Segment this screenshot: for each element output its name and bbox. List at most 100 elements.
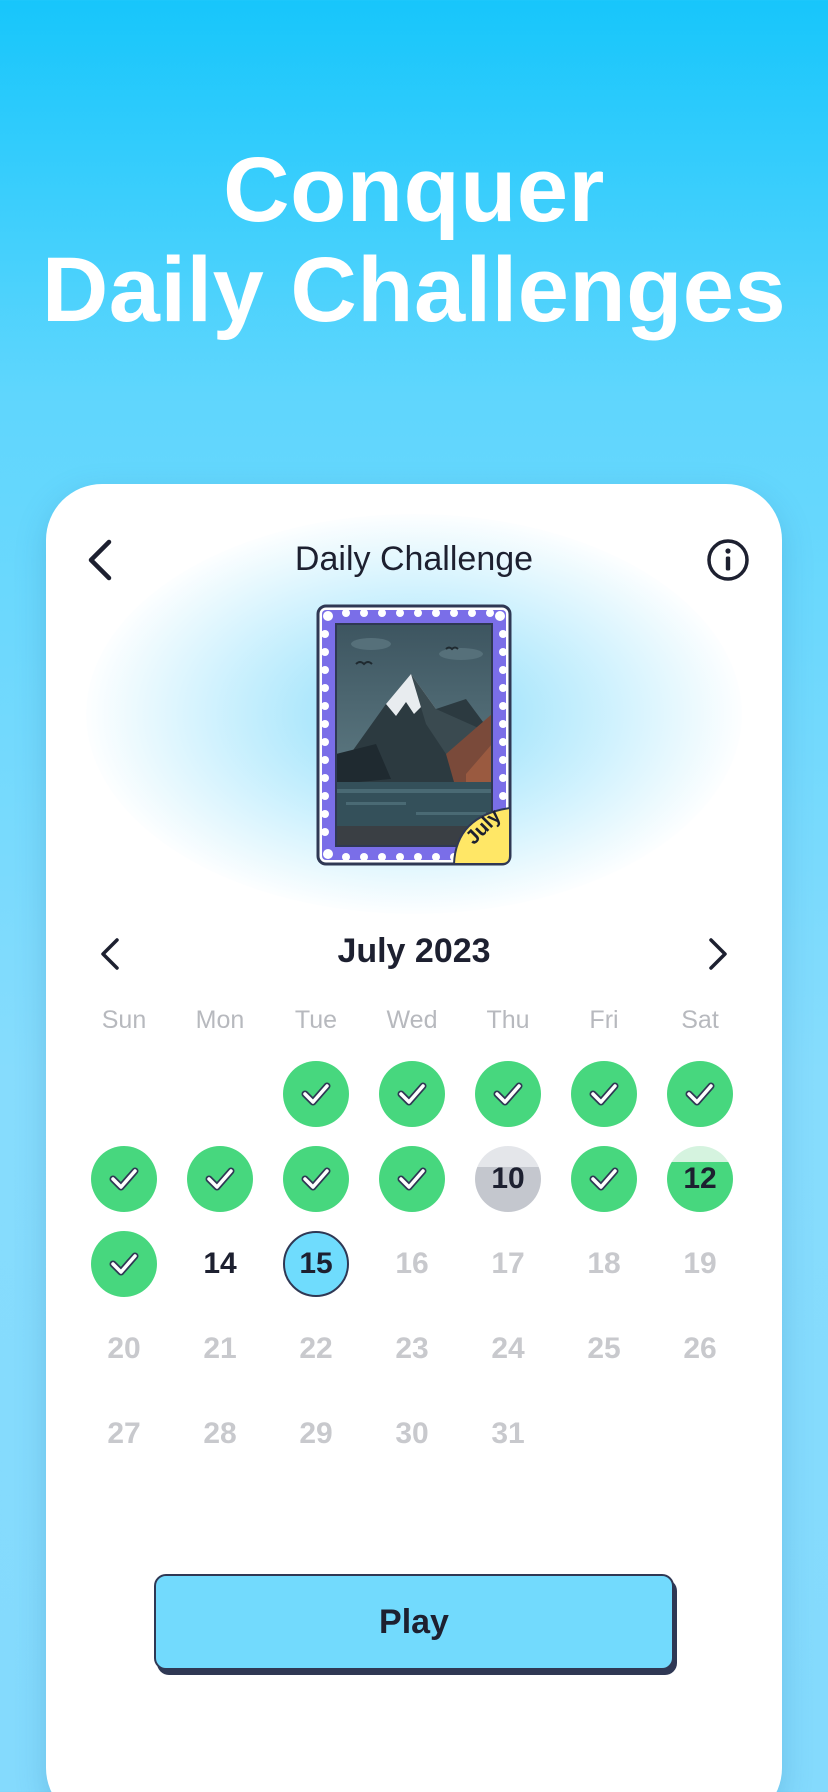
calendar-day: 22 bbox=[268, 1306, 364, 1391]
weekday-label: Fri bbox=[589, 1006, 619, 1034]
completed-day-marker bbox=[571, 1145, 637, 1212]
day-number: 23 bbox=[395, 1331, 429, 1365]
monthly-stamp[interactable]: July bbox=[316, 604, 512, 866]
calendar-day: 18 bbox=[556, 1221, 652, 1306]
info-icon bbox=[707, 539, 749, 581]
headline-line-1: Conquer bbox=[223, 139, 605, 241]
chevron-right-icon bbox=[709, 938, 727, 970]
calendar-week: 10 12 bbox=[76, 1136, 748, 1221]
completed-day-marker bbox=[571, 1060, 637, 1127]
day-number: 31 bbox=[491, 1416, 525, 1450]
calendar-day: 29 bbox=[268, 1391, 364, 1476]
day-number: 21 bbox=[203, 1331, 237, 1365]
completed-day-marker bbox=[91, 1230, 157, 1297]
calendar-day[interactable] bbox=[652, 1051, 748, 1136]
calendar-day: 26 bbox=[652, 1306, 748, 1391]
completed-day-marker bbox=[283, 1145, 349, 1212]
check-icon bbox=[589, 1167, 619, 1190]
calendar-day: 16 bbox=[364, 1221, 460, 1306]
completed-day-marker bbox=[667, 1060, 733, 1127]
day-number: 27 bbox=[107, 1416, 141, 1450]
calendar-empty-cell bbox=[652, 1391, 748, 1476]
calendar-day[interactable]: 14 bbox=[172, 1221, 268, 1306]
calendar-grid: 10 12 14 15 16 17 18 19 20 21 22 23 24 25 26 27 28 29 30 31 bbox=[76, 1051, 748, 1476]
calendar-day[interactable]: 12 bbox=[652, 1136, 748, 1221]
day-number: 17 bbox=[491, 1246, 525, 1280]
check-icon bbox=[493, 1082, 523, 1105]
day-number: 28 bbox=[203, 1416, 237, 1450]
calendar-day: 17 bbox=[460, 1221, 556, 1306]
calendar-day: 19 bbox=[652, 1221, 748, 1306]
next-month-button[interactable] bbox=[694, 930, 742, 978]
calendar-day: 20 bbox=[76, 1306, 172, 1391]
calendar-day: 24 bbox=[460, 1306, 556, 1391]
calendar-day: 21 bbox=[172, 1306, 268, 1391]
calendar-day[interactable] bbox=[556, 1051, 652, 1136]
day-number: 22 bbox=[299, 1331, 333, 1365]
weekday-label: Thu bbox=[486, 1006, 530, 1034]
calendar-empty-cell bbox=[556, 1391, 652, 1476]
headline: Conquer Daily Challenges bbox=[0, 140, 828, 340]
check-icon bbox=[397, 1167, 427, 1190]
check-icon bbox=[109, 1167, 139, 1190]
weekday-label: Mon bbox=[195, 1006, 245, 1034]
calendar-day: 27 bbox=[76, 1391, 172, 1476]
today-day-marker: 15 bbox=[283, 1230, 349, 1297]
calendar-day: 25 bbox=[556, 1306, 652, 1391]
day-number: 16 bbox=[395, 1246, 429, 1280]
headline-line-2: Daily Challenges bbox=[41, 239, 787, 341]
check-icon bbox=[301, 1167, 331, 1190]
calendar-day: 23 bbox=[364, 1306, 460, 1391]
weekday-label: Sat bbox=[681, 1006, 719, 1034]
completed-day-marker bbox=[283, 1060, 349, 1127]
calendar-day[interactable] bbox=[460, 1051, 556, 1136]
completed-day-marker bbox=[187, 1145, 253, 1212]
calendar-day[interactable]: 10 bbox=[460, 1136, 556, 1221]
check-icon bbox=[685, 1082, 715, 1105]
calendar-day[interactable] bbox=[76, 1221, 172, 1306]
check-icon bbox=[109, 1252, 139, 1275]
page-title: Daily Challenge bbox=[294, 540, 534, 578]
day-number: 19 bbox=[683, 1246, 717, 1280]
weekday-label: Wed bbox=[386, 1006, 438, 1034]
completed-day-marker bbox=[379, 1060, 445, 1127]
day-number: 26 bbox=[683, 1331, 717, 1365]
daily-challenge-card: Daily Challenge July July 2023 Sun Mon T… bbox=[46, 484, 782, 1792]
calendar-day: 28 bbox=[172, 1391, 268, 1476]
calendar-day[interactable] bbox=[364, 1136, 460, 1221]
completed-day-marker bbox=[475, 1060, 541, 1127]
calendar-week bbox=[76, 1051, 748, 1136]
top-bar: Daily Challenge bbox=[46, 524, 782, 594]
calendar-day[interactable]: 15 bbox=[268, 1221, 364, 1306]
play-button[interactable]: Play bbox=[154, 1574, 674, 1670]
calendar-day[interactable] bbox=[556, 1136, 652, 1221]
calendar-day[interactable] bbox=[172, 1136, 268, 1221]
day-number: 14 bbox=[203, 1246, 237, 1280]
calendar-day: 30 bbox=[364, 1391, 460, 1476]
day-number: 30 bbox=[395, 1416, 429, 1450]
weekday-header: Sun Mon Tue Wed Thu Fri Sat bbox=[76, 1006, 748, 1035]
calendar-day: 31 bbox=[460, 1391, 556, 1476]
check-icon bbox=[589, 1082, 619, 1105]
month-label: July 2023 bbox=[337, 932, 491, 970]
day-number: 29 bbox=[299, 1416, 333, 1450]
calendar-week: 27 28 29 30 31 bbox=[76, 1391, 748, 1476]
calendar-day[interactable] bbox=[268, 1051, 364, 1136]
check-icon bbox=[301, 1082, 331, 1105]
completed-day-marker bbox=[91, 1145, 157, 1212]
weekday-label: Sun bbox=[101, 1006, 147, 1034]
calendar-day[interactable] bbox=[364, 1051, 460, 1136]
calendar-week: 20 21 22 23 24 25 26 bbox=[76, 1306, 748, 1391]
day-number: 20 bbox=[107, 1331, 141, 1365]
weekday-label: Tue bbox=[294, 1006, 338, 1034]
info-button[interactable] bbox=[704, 536, 752, 584]
calendar-day[interactable] bbox=[268, 1136, 364, 1221]
calendar-week: 14 15 16 17 18 19 bbox=[76, 1221, 748, 1306]
calendar-empty-cell bbox=[76, 1051, 172, 1136]
in-progress-day-marker: 10 bbox=[475, 1145, 541, 1212]
in-progress-day-marker: 12 bbox=[667, 1145, 733, 1212]
check-icon bbox=[205, 1167, 235, 1190]
calendar-day[interactable] bbox=[76, 1136, 172, 1221]
completed-day-marker bbox=[379, 1145, 445, 1212]
day-number: 25 bbox=[587, 1331, 621, 1365]
